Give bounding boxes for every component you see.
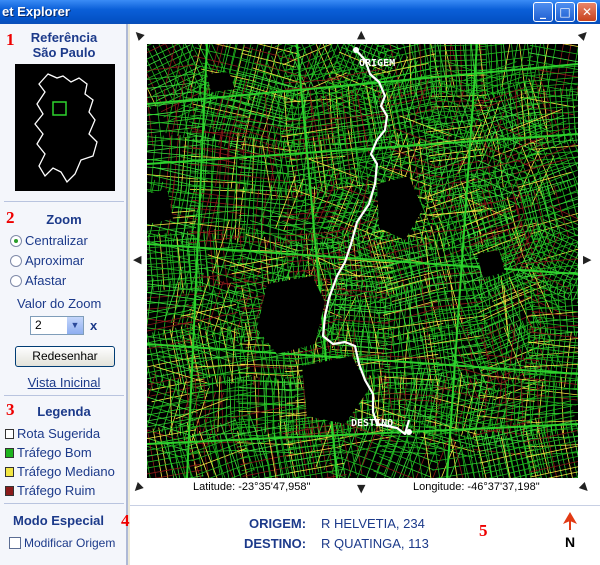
radio-icon xyxy=(10,275,22,287)
latitude-readout: Latitude: -23°35'47,958" xyxy=(193,481,311,493)
pan-right-arrow-icon[interactable]: ▶ xyxy=(583,253,591,266)
zoom-unit: x xyxy=(90,318,98,333)
left-panel: 1 Referência São Paulo 2 Zoom Centraliza… xyxy=(0,24,128,565)
pan-left-arrow-icon[interactable]: ◀ xyxy=(133,253,141,266)
map-destination-label: DESTINO xyxy=(351,418,393,429)
radio-icon xyxy=(10,255,22,267)
zoom-value: 2 xyxy=(35,318,42,332)
north-arrow-icon xyxy=(563,512,577,530)
street-map-canvas[interactable]: ORIGEM DESTINO xyxy=(147,44,578,478)
legend-swatch xyxy=(5,467,14,477)
special-number: 4 xyxy=(121,511,130,530)
minimize-button[interactable]: _ xyxy=(533,2,553,22)
legend-swatch xyxy=(5,429,14,439)
origin-label: ORIGEM: xyxy=(249,516,307,531)
title-bar: et Explorer _ □ ✕ xyxy=(0,0,600,24)
special-title: Modo Especial xyxy=(13,513,105,528)
north-compass: N xyxy=(560,512,580,549)
modify-origin-checkbox[interactable]: Modificar Origem xyxy=(9,536,115,550)
legend-item: Tráfego Mediano xyxy=(5,464,115,479)
legend-item: Tráfego Ruim xyxy=(5,483,95,498)
reference-minimap[interactable] xyxy=(15,64,115,191)
reference-section: 1 Referência São Paulo xyxy=(4,24,124,202)
route-number: 5 xyxy=(479,521,488,540)
legend-item: Rota Sugerida xyxy=(5,426,100,441)
chevron-down-icon[interactable]: ▼ xyxy=(67,317,83,334)
zoom-title: Zoom xyxy=(46,212,82,227)
close-icon: ✕ xyxy=(581,5,593,19)
north-letter: N xyxy=(564,534,576,550)
legend-item: Tráfego Bom xyxy=(5,445,92,460)
legend-swatch xyxy=(5,448,14,458)
zoom-value-label: Valor do Zoom xyxy=(17,296,102,311)
reference-subtitle: São Paulo xyxy=(32,45,96,60)
destination-value: R QUATINGA, 113 xyxy=(321,536,429,551)
radio-afastar[interactable]: Afastar xyxy=(10,273,66,288)
checkbox-icon xyxy=(9,537,21,549)
radio-label: Aproximar xyxy=(25,253,85,268)
route-info-panel xyxy=(130,505,600,565)
maximize-button[interactable]: □ xyxy=(555,2,575,22)
street-map[interactable]: ORIGEM DESTINO xyxy=(147,44,578,478)
minimize-icon: _ xyxy=(540,5,546,19)
longitude-readout: Longitude: -46°37'37,198" xyxy=(413,481,540,493)
close-button[interactable]: ✕ xyxy=(577,2,597,22)
window-title: et Explorer xyxy=(2,4,70,19)
zoom-value-select[interactable]: 2 ▼ xyxy=(30,316,84,335)
legend-title: Legenda xyxy=(37,404,91,419)
destination-label: DESTINO: xyxy=(244,536,307,551)
radio-aproximar[interactable]: Aproximar xyxy=(10,253,84,268)
pan-down-arrow-icon[interactable]: ▼ xyxy=(357,482,365,495)
radio-centralizar[interactable]: Centralizar xyxy=(10,233,88,248)
pan-up-arrow-icon[interactable]: ▲ xyxy=(357,28,365,41)
map-origin-label: ORIGEM xyxy=(359,58,395,69)
legend-swatch xyxy=(5,486,14,496)
radio-label: Centralizar xyxy=(25,233,88,248)
origin-value: R HELVETIA, 234 xyxy=(321,516,425,531)
maximize-icon: □ xyxy=(559,5,571,19)
radio-label: Afastar xyxy=(25,273,67,288)
redraw-button[interactable]: Redesenhar xyxy=(15,346,115,367)
radio-selected-icon xyxy=(10,235,22,247)
initial-view-link[interactable]: Vista Inicinal xyxy=(0,375,128,390)
reference-title: Referência xyxy=(30,30,98,45)
